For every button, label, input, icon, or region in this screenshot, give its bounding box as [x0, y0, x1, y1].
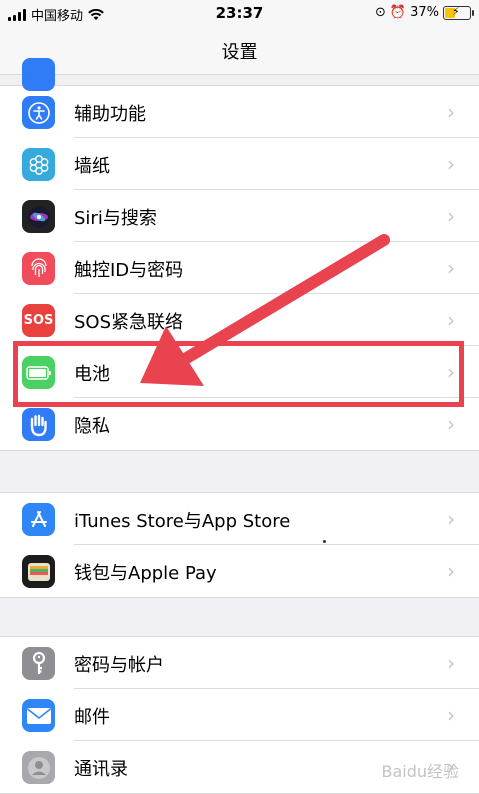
chevron-right-icon: › — [447, 507, 455, 531]
alarm-icon: ⏰ — [389, 5, 407, 20]
settings-row[interactable]: 墙纸 › — [0, 138, 479, 190]
settings-row[interactable]: SOS SOS紧急联络 › — [0, 294, 479, 346]
settings-row[interactable]: 触控ID与密码 › — [0, 242, 479, 294]
watermark: Baidu经验 — [381, 762, 459, 781]
chevron-right-icon: › — [447, 412, 455, 436]
key-icon — [22, 647, 55, 680]
fingerprint-icon — [22, 252, 55, 285]
settings-row[interactable]: 辅助功能 › — [0, 86, 479, 138]
settings-row-label: iTunes Store与App Store — [74, 511, 291, 532]
navigation-bar: 设置 — [0, 28, 479, 75]
contacts-icon — [22, 751, 55, 784]
settings-row[interactable]: 邮件 › — [0, 689, 479, 741]
settings-row-label: 邮件 — [74, 707, 110, 728]
chevron-right-icon: › — [447, 308, 455, 332]
settings-row-label: 钱包与Apple Pay — [74, 563, 217, 584]
touch-dot — [323, 540, 326, 543]
wallet-icon — [22, 555, 55, 588]
settings-row-label: SOS紧急联络 — [74, 312, 184, 333]
page-title: 设置 — [221, 42, 258, 63]
battery-status-icon: ⚡ — [443, 5, 474, 20]
settings-row-label: 隐私 — [74, 416, 110, 437]
chevron-right-icon: › — [447, 651, 455, 675]
chevron-right-icon: › — [447, 152, 455, 176]
accessibility-icon — [22, 96, 55, 129]
chevron-right-icon: › — [447, 703, 455, 727]
settings-row-label: Siri与搜索 — [74, 208, 157, 229]
settings-row[interactable]: Siri与搜索 › — [0, 190, 479, 242]
wallpaper-icon — [22, 148, 55, 181]
siri-icon — [22, 200, 55, 233]
settings-row[interactable]: 钱包与Apple Pay › — [0, 545, 479, 597]
chevron-right-icon: › — [447, 559, 455, 583]
settings-row[interactable]: iTunes Store与App Store › — [0, 493, 479, 545]
annotation-highlight-box — [13, 341, 464, 407]
chevron-right-icon: › — [447, 256, 455, 280]
app-store-icon — [22, 503, 55, 536]
orientation-lock-icon: ⊙ — [375, 5, 386, 20]
status-right: ⊙ ⏰ 37% ⚡ — [375, 5, 474, 20]
settings-row[interactable]: 密码与帐户 › — [0, 637, 479, 689]
settings-row-label: 触控ID与密码 — [74, 260, 184, 281]
chevron-right-icon: › — [447, 204, 455, 228]
status-bar: 中国移动 23:37 ⊙ ⏰ 37% ⚡ — [0, 0, 479, 28]
settings-row-label: 墙纸 — [74, 156, 110, 177]
settings-row-label: 密码与帐户 — [74, 655, 164, 676]
privacy-hand-icon — [22, 408, 55, 441]
settings-row-label: 辅助功能 — [74, 104, 146, 125]
battery-percent: 37% — [410, 5, 439, 20]
settings-row-label: 通讯录 — [74, 759, 128, 780]
settings-group-store: iTunes Store与App Store › 钱包与Apple Pay › — [0, 492, 479, 598]
sos-icon: SOS — [22, 304, 55, 337]
mail-icon — [22, 699, 55, 732]
chevron-right-icon: › — [447, 100, 455, 124]
